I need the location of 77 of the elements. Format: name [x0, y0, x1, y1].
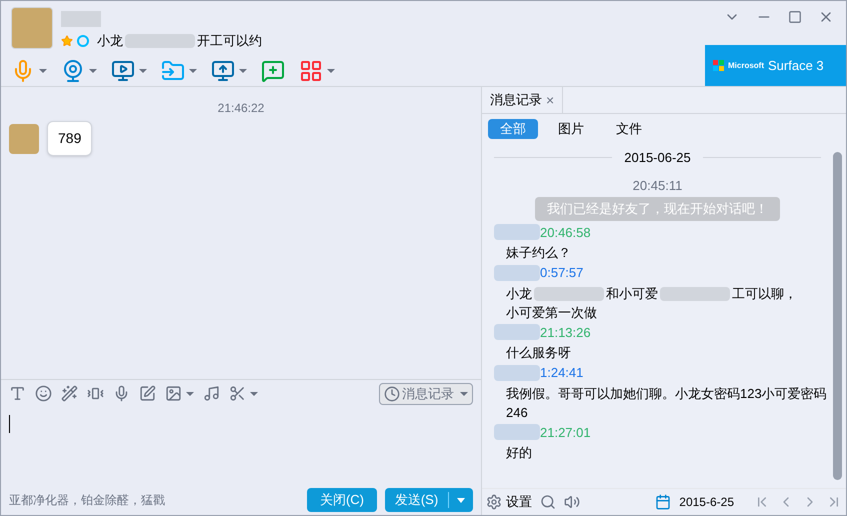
blurred-block: [494, 364, 540, 381]
settings-icon[interactable]: [486, 494, 502, 510]
message-text: 我例假。哥哥可以加她们聊。小龙女密码123小可爱密码: [506, 386, 827, 400]
ad-product: Surface 3: [768, 56, 824, 75]
filter-tab[interactable]: 全部: [488, 119, 538, 139]
music-icon[interactable]: [203, 385, 220, 402]
settings-label[interactable]: 设置: [506, 492, 532, 512]
message-text: 什么服务呀: [506, 345, 571, 360]
microphone-icon[interactable]: [113, 385, 130, 402]
caret-icon[interactable]: [460, 392, 468, 396]
ad-brand: Microsoft: [728, 60, 764, 72]
shake-icon[interactable]: [87, 385, 104, 402]
blurred-block: [660, 287, 730, 302]
image-icon[interactable]: [165, 385, 182, 402]
message-text: 小龙: [97, 32, 123, 50]
calendar-date[interactable]: 2015-6-25: [679, 493, 734, 511]
star-icon: [61, 34, 73, 47]
blurred-block: [494, 264, 540, 281]
caret-icon[interactable]: [39, 68, 47, 72]
caret-icon[interactable]: [89, 68, 97, 72]
message-time: 0:57:57: [540, 264, 584, 282]
calendar-icon[interactable]: [655, 494, 672, 510]
clock-icon: [384, 386, 400, 402]
caret-icon[interactable]: [327, 68, 335, 72]
message-time: 21:46:22: [218, 100, 264, 117]
message-text: 小龙: [506, 286, 532, 300]
blurred-block: [494, 224, 540, 240]
history-button[interactable]: 消息记录: [379, 382, 473, 404]
windows-logo-icon: [713, 60, 724, 71]
font-icon[interactable]: [9, 385, 26, 402]
speaker-icon[interactable]: [564, 494, 580, 510]
blurred-block: [61, 11, 101, 27]
send-button[interactable]: 发送(S): [385, 488, 473, 512]
tab-close[interactable]: ×: [546, 90, 554, 110]
system-notice: 我们已经是好友了，现在开始对话吧！: [535, 197, 780, 220]
folder-arrow-icon[interactable]: [161, 58, 185, 82]
message-text: 开工可以约: [197, 32, 262, 50]
message-bubble: 789: [47, 121, 92, 156]
message-text: 工可以聊，: [732, 286, 797, 300]
caret-icon[interactable]: [250, 392, 258, 396]
emoji-icon[interactable]: [35, 385, 52, 402]
date-divider: 2015-06-25: [624, 149, 691, 167]
caret-icon[interactable]: [139, 68, 147, 72]
ad-text-link[interactable]: 亚都净化器，铂金除醛，猛戳: [9, 491, 299, 509]
blurred-block: [494, 324, 540, 340]
blurred-block: [494, 424, 540, 440]
caret-icon[interactable]: [186, 392, 194, 396]
scissors-icon[interactable]: [229, 385, 246, 402]
edit-icon[interactable]: [139, 385, 156, 402]
message-text: 小可爱第一次做: [506, 304, 597, 320]
webcam-icon[interactable]: [61, 58, 85, 82]
message-time: 21:27:01: [540, 424, 591, 442]
message-time: 1:24:41: [540, 364, 584, 382]
message-text: 和小可爱: [606, 286, 658, 300]
scrollbar[interactable]: [833, 152, 842, 480]
message-time: 21:13:26: [540, 324, 591, 342]
filter-tab[interactable]: 文件: [604, 119, 654, 139]
blurred-block: [534, 287, 604, 302]
history-tab[interactable]: 消息记录 ×: [482, 87, 564, 113]
search-icon[interactable]: [540, 494, 556, 510]
message-text: 好的: [506, 445, 532, 460]
screen-share-icon[interactable]: [211, 58, 235, 82]
close-button[interactable]: 关闭(C): [307, 488, 377, 512]
maximize-icon[interactable]: [788, 10, 802, 24]
message-time: 20:46:58: [540, 224, 591, 242]
message-text: 妹子约么？: [506, 245, 571, 260]
avatar-photo-placeholder: [9, 124, 39, 154]
message-time: 20:45:11: [632, 176, 682, 194]
message-text: 246: [506, 404, 528, 420]
filter-tab[interactable]: 图片: [546, 119, 596, 139]
blurred-block: [125, 34, 195, 48]
magic-wand-icon[interactable]: [61, 385, 78, 402]
ad-banner[interactable]: Microsoft Surface 3: [705, 45, 846, 86]
caret-icon[interactable]: [189, 68, 197, 72]
apps-grid-icon[interactable]: [299, 58, 323, 82]
message-plus-icon[interactable]: [261, 58, 285, 82]
caret-icon[interactable]: [239, 68, 247, 72]
